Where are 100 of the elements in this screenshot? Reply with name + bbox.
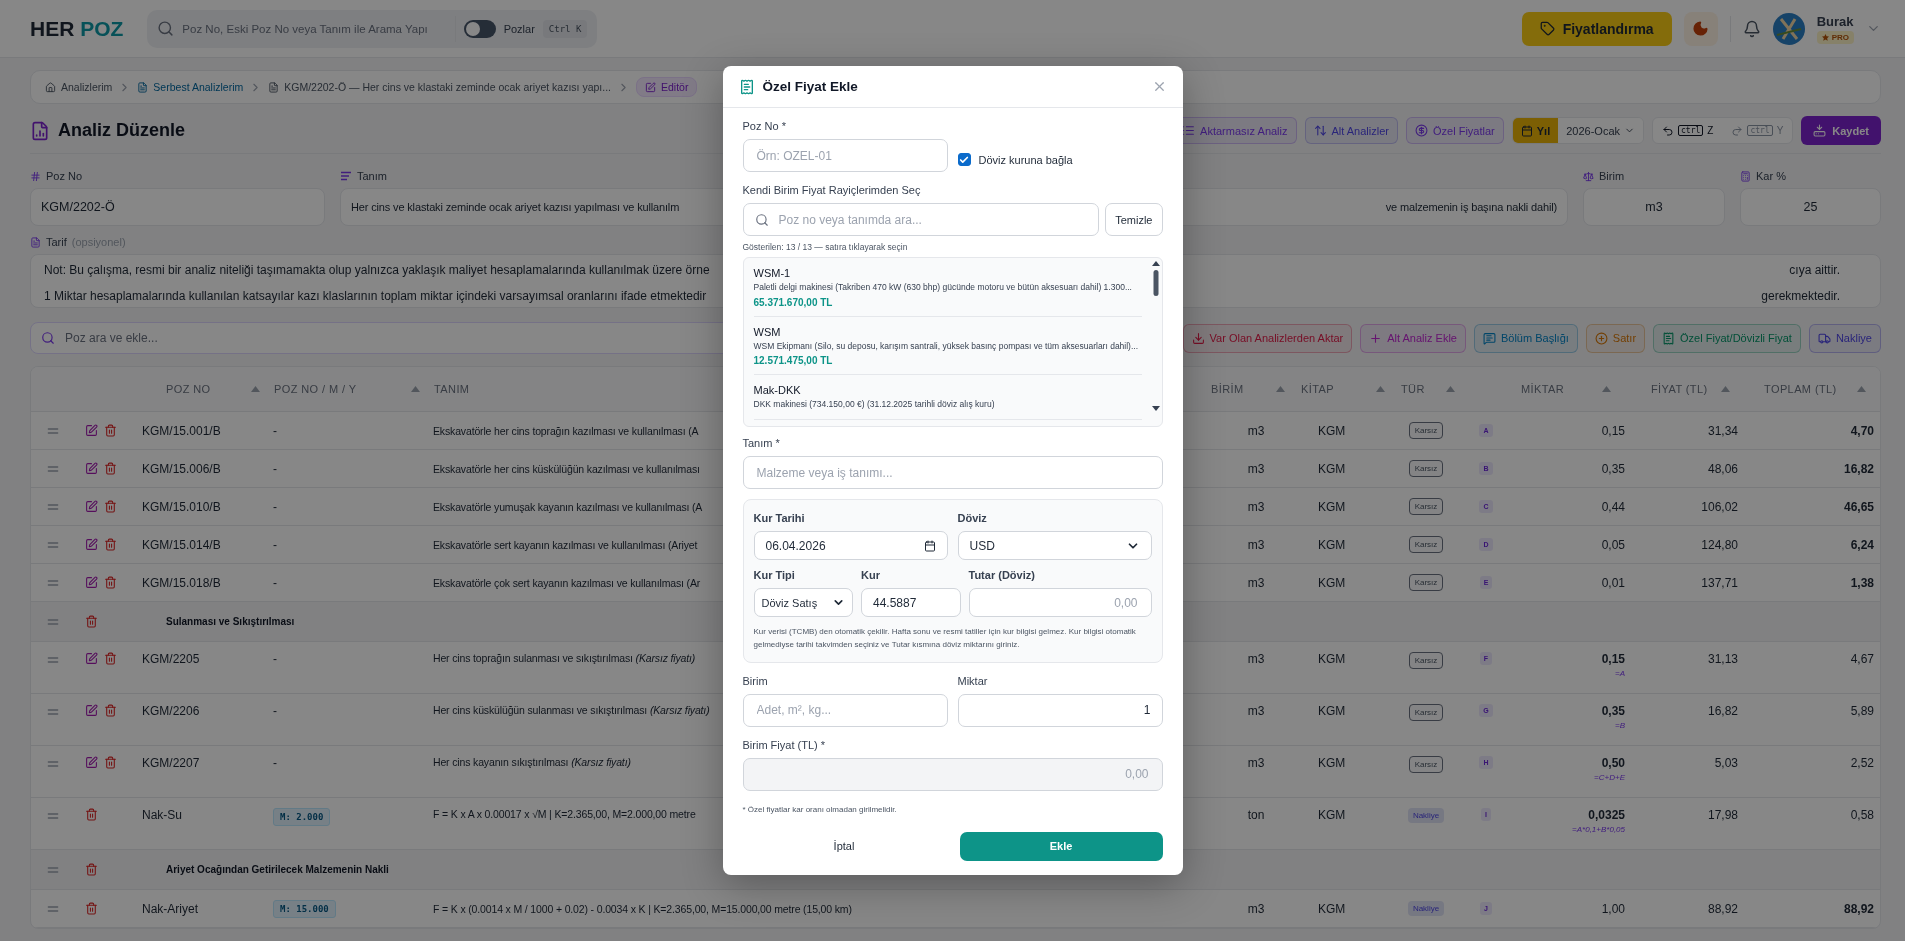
table-cell: KGM — [1318, 423, 1346, 438]
type-tag: Karsız — [1408, 460, 1444, 477]
table-cell: m3 — [1247, 575, 1265, 590]
table-cell: KGM — [1318, 537, 1346, 552]
table-cell: KGM — [1318, 499, 1346, 514]
table-cell: Ekskavatörle yumuşak kayanın kazılması ve kullanılması (A — [433, 500, 703, 513]
table-cell: 0,01 — [1601, 575, 1625, 590]
table-cell: m3 — [1247, 461, 1265, 476]
field-label: Birim — [1599, 170, 1625, 182]
table-cell: F = K x (0.0014 x M / 1000 + 0.02) - 0.0034 x K | K=2.365,00, M=15.000,00 metre (15,00 km) — [433, 902, 852, 915]
table-cell: KGM — [1318, 704, 1346, 718]
field-label: Kur Tarihi — [753, 512, 806, 525]
toggle-label: Pozlar — [503, 22, 535, 35]
type-tag: Karsız — [1408, 536, 1444, 553]
table-cell: Her cins toprağın sulanması ve sıkıştırılması (Karsız fiyatı) — [433, 652, 696, 664]
table-cell: KGM — [1318, 461, 1346, 476]
table-cell: ton — [1247, 808, 1265, 822]
field-label: Poz No * — [742, 120, 787, 133]
table-cell: KGM/15.006/B — [142, 461, 221, 476]
table-cell: 46,65 — [1843, 499, 1874, 514]
field-label: Tutar (Döviz) — [968, 569, 1036, 582]
formula-text: =A*0,1+B*0,05 — [1572, 825, 1625, 834]
table-cell: F = K x A x 0.00017 x √M | K=2.365,00, M=2.000,00 metre — [433, 808, 696, 820]
table-cell: m3 — [1247, 652, 1265, 666]
user-name: Burak — [1816, 13, 1854, 29]
table-cell: Ekskavatörle sert kayanın kazılması ve kullanılması (Ariyet — [433, 538, 698, 551]
shortcut-key: Ctrl K — [542, 19, 588, 38]
modal-title: Özel Fiyat Ekle — [762, 79, 858, 95]
table-cell: KGM — [1318, 652, 1346, 666]
table-cell: 48,06 — [1707, 461, 1738, 476]
field-label: Döviz — [957, 512, 988, 525]
table-cell: 137,71 — [1701, 575, 1738, 590]
table-cell: KGM/15.001/B — [142, 423, 221, 438]
field-label: Kur Tipi — [753, 569, 796, 582]
item-code: WSM-1 — [753, 267, 792, 280]
table-cell: 4,70 — [1850, 423, 1874, 438]
table-cell: 5,03 — [1714, 756, 1738, 770]
table-cell: 31,34 — [1707, 423, 1738, 438]
table-cell: - — [273, 461, 277, 476]
field-label: Tarif — [46, 236, 67, 248]
type-tag: Nakliye — [1407, 808, 1445, 823]
type-tag: Karsız — [1408, 422, 1444, 439]
item-price: 65.371.670,00 TL — [753, 296, 834, 308]
item-code: Mak-DKK — [753, 384, 802, 397]
item-code: WSM — [753, 325, 782, 338]
key-cap: ctrl — [1678, 125, 1704, 136]
table-cell: 2,52 — [1850, 756, 1874, 770]
table-cell: 124,80 — [1701, 537, 1738, 552]
table-cell: KGM/15.018/B — [142, 575, 221, 590]
field-label: Tanım — [357, 170, 387, 182]
table-cell: Nak-Ariyet — [142, 901, 198, 916]
table-cell: 4,67 — [1850, 652, 1874, 666]
field-label: Tanım * — [742, 437, 781, 450]
table-cell: 106,02 — [1701, 499, 1738, 514]
type-tag: Karsız — [1408, 756, 1444, 773]
table-cell: KGM — [1318, 901, 1346, 916]
field-label: Poz No — [46, 170, 83, 182]
result-count: Gösterilen: 13 / 13 — satıra tıklayarak seçin — [742, 242, 908, 253]
table-cell: 0,35 — [1601, 461, 1625, 476]
table-cell: Ekskavatörle her cins küskülüğün kazılması ve kullanılması — [433, 462, 700, 475]
table-cell: KGM/15.014/B — [142, 537, 221, 552]
logo: HER POZ — [30, 16, 124, 41]
table-cell: 31,13 — [1707, 652, 1738, 666]
field-label: Kur — [861, 569, 881, 582]
table-cell: 0,05 — [1601, 537, 1625, 552]
formula-text: =C+D+E — [1594, 773, 1625, 782]
formula-text: =A — [1615, 669, 1625, 678]
item-description: DKK makinesi (734.150,00 €) (31.12.2025 tarihli döviz alış kuru) — [753, 399, 996, 411]
field-label: Kendi Birim Fiyat Rayiçlerimden Seç — [742, 184, 922, 197]
column-header: TANIM — [434, 383, 470, 395]
table-cell: - — [273, 652, 277, 666]
key-cap: ctrl — [1747, 125, 1773, 136]
item-description: Paletli delgi makinesi (Takriben 470 kW (630 bhp) gücünde motoru ve bütün aksesuarı dahil) 1.300... — [753, 282, 1133, 294]
table-cell: - — [273, 499, 277, 514]
table-cell: m3 — [1247, 756, 1265, 770]
field-label: Kar % — [1756, 170, 1786, 182]
table-cell: m3 — [1247, 499, 1265, 514]
distance-tag: M: 2.000 — [273, 808, 331, 826]
field-label: Birim — [742, 674, 769, 687]
section-title: Ariyet Ocağından Getirilecek Malzemenin Nakli — [166, 864, 389, 875]
table-cell: 0,35 — [1601, 704, 1625, 718]
type-tag: Nakliye — [1407, 901, 1445, 916]
table-cell: 0,15 — [1601, 423, 1625, 438]
table-cell: m3 — [1247, 704, 1265, 718]
table-cell: KGM — [1318, 808, 1346, 822]
type-tag: Karsız — [1408, 652, 1444, 669]
table-cell: 0,58 — [1850, 808, 1874, 822]
type-tag: Karsız — [1408, 704, 1444, 721]
table-cell: KGM — [1318, 575, 1346, 590]
table-cell: KGM/2207 — [142, 756, 200, 770]
table-cell: Her cins kayanın sıkıştırılması (Karsız fiyatı) — [433, 756, 631, 768]
table-cell: 0,0325 — [1588, 808, 1625, 822]
table-cell: KGM — [1318, 756, 1346, 770]
table-cell: 16,82 — [1707, 704, 1738, 718]
section-title: Sulanması ve Sıkıştırılması — [166, 616, 295, 627]
table-cell: - — [273, 575, 277, 590]
table-cell: Ekskavatörle her cins toprağın kazılması ve kullanılması (A — [433, 424, 699, 437]
table-cell: KGM/2206 — [142, 704, 200, 718]
formula-text: =B — [1615, 721, 1625, 730]
item-description: WSM Ekipmanı (Silo, su deposu, karışım santrali, yüksek basınç pompası ve tüm aksesuarları dahil)... — [753, 340, 1140, 353]
